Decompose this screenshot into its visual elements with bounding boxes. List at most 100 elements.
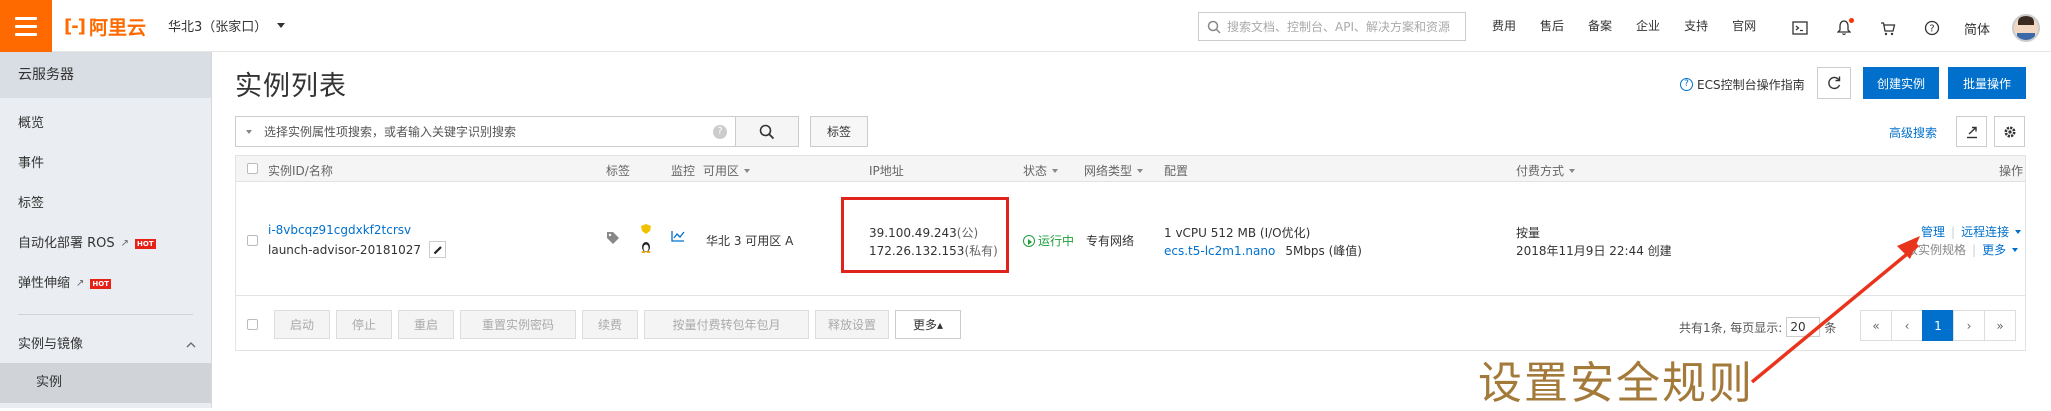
first-page-button[interactable]: « <box>1860 310 1892 341</box>
col-billing[interactable]: 付费方式 <box>1516 162 1576 179</box>
sidebar-group-instances-images[interactable]: 实例与镜像 <box>0 327 211 363</box>
status-text: 运行中 <box>1038 234 1075 248</box>
filter-caret-icon <box>1569 168 1576 173</box>
page-title: 实例列表 <box>235 71 347 102</box>
page-1-button[interactable]: 1 <box>1922 310 1954 341</box>
create-instance-button[interactable]: 创建实例 <box>1863 67 1939 99</box>
more-actions-link[interactable]: 更多 <box>1982 241 2006 258</box>
col-billing-label: 付费方式 <box>1516 164 1565 178</box>
public-ip-value: 39.100.49.243 <box>869 226 957 240</box>
sidebar-item-overview[interactable]: 概览 <box>0 104 211 144</box>
help-icon[interactable]: ? <box>1920 16 1944 40</box>
monitor-chart-icon[interactable] <box>671 230 685 245</box>
convert-billing-button[interactable]: 按量付费转包年包月 <box>644 310 809 339</box>
col-config: 配置 <box>1164 164 1189 178</box>
instance-name-text: launch-advisor-20181027 <box>268 242 422 257</box>
security-shield-icon <box>640 223 652 238</box>
col-zone[interactable]: 可用区 <box>703 162 751 179</box>
nav-link-website[interactable]: 官网 <box>1732 17 1756 34</box>
cart-icon[interactable] <box>1876 16 1900 40</box>
page-size-select[interactable]: 20 <box>1786 317 1821 337</box>
manage-link[interactable]: 管理 <box>1921 223 1945 240</box>
advanced-search-link[interactable]: 高级搜索 <box>1889 124 1937 141</box>
bell-icon[interactable] <box>1832 16 1856 40</box>
export-button[interactable] <box>1956 116 1987 147</box>
region-selector[interactable]: 华北3（张家口） <box>168 16 286 35</box>
filter-dropdown-icon <box>246 129 252 134</box>
nav-link-support[interactable]: 支持 <box>1684 17 1708 34</box>
renew-button[interactable]: 续费 <box>582 310 638 339</box>
tag-icon[interactable] <box>606 231 620 248</box>
question-circle-icon: ? <box>1680 78 1693 91</box>
language-switch[interactable]: 简体 <box>1964 19 1990 38</box>
nav-link-icp[interactable]: 备案 <box>1588 17 1612 34</box>
terminal-icon[interactable] <box>1788 16 1812 40</box>
action-separator: | <box>1972 242 1977 257</box>
search-button[interactable] <box>735 116 799 147</box>
console-guide-link[interactable]: ? ECS控制台操作指南 <box>1680 76 1805 93</box>
reset-password-button[interactable]: 重置实例密码 <box>460 310 576 339</box>
batch-operation-button[interactable]: 批量操作 <box>1948 67 2026 99</box>
sidebar-item-autoscaling[interactable]: 弹性伸缩 ↗ HOT <box>0 264 211 304</box>
col-instance-id: 实例ID/名称 <box>268 164 333 178</box>
annotation-text: 设置安全规则 <box>1478 358 1754 409</box>
table-row: i-8vbcqz91cgdxkf2tcrsv launch-advisor-20… <box>236 183 2025 296</box>
table-header: 实例ID/名称 标签 监控 可用区 IP地址 状态 网络类型 配置 付费方式 操… <box>236 156 2025 182</box>
sidebar-item-label: 事件 <box>18 156 45 171</box>
chevron-up-icon <box>186 342 196 348</box>
nav-link-enterprise[interactable]: 企业 <box>1636 17 1660 34</box>
select-all-checkbox[interactable] <box>247 163 258 174</box>
footer-select-all-checkbox[interactable] <box>247 319 258 330</box>
edit-name-button[interactable] <box>429 241 447 258</box>
top-bar: [-] 阿里云 华北3（张家口） 搜索文档、控制台、API、解决方案和资源 费用… <box>0 0 2051 52</box>
sidebar: 云服务器 概览 事件 标签 自动化部署 ROS ↗ HOT 弹性伸缩 ↗ HOT… <box>0 52 212 408</box>
sidebar-item-instances[interactable]: 实例 <box>0 363 211 403</box>
nav-link-billing[interactable]: 费用 <box>1492 17 1516 34</box>
search-placeholder: 搜索文档、控制台、API、解决方案和资源 <box>1227 20 1450 34</box>
col-network-label: 网络类型 <box>1084 164 1133 178</box>
instance-type-link[interactable]: ecs.t5-lc2m1.nano <box>1164 244 1275 258</box>
global-search-input[interactable]: 搜索文档、控制台、API、解决方案和资源 <box>1198 12 1466 41</box>
instance-id-link[interactable]: i-8vbcqz91cgdxkf2tcrsv <box>268 223 411 237</box>
start-button[interactable]: 启动 <box>274 310 330 339</box>
linux-icon <box>640 239 652 256</box>
sidebar-item-label: 标签 <box>18 196 45 211</box>
svg-text:?: ? <box>1929 24 1934 35</box>
col-zone-label: 可用区 <box>703 164 740 178</box>
sidebar-item-ros[interactable]: 自动化部署 ROS ↗ HOT <box>0 224 211 264</box>
nav-link-after-sales[interactable]: 售后 <box>1540 17 1564 34</box>
prev-page-button[interactable]: ‹ <box>1891 310 1923 341</box>
sidebar-item-events[interactable]: 事件 <box>0 144 211 184</box>
hamburger-menu-icon[interactable] <box>0 0 52 52</box>
settings-button[interactable] <box>1994 116 2025 147</box>
top-nav: 费用 售后 备案 企业 支持 官网 <box>1492 17 1780 34</box>
private-ip-value: 172.26.132.153 <box>869 244 965 258</box>
config-spec: 1 vCPU 512 MB (I/O优化) <box>1164 226 1311 240</box>
sidebar-item-tags[interactable]: 标签 <box>0 184 211 224</box>
restart-button[interactable]: 重启 <box>398 310 454 339</box>
row-checkbox[interactable] <box>247 235 258 246</box>
remote-connect-link[interactable]: 远程连接 <box>1961 223 2009 240</box>
col-status-label: 状态 <box>1023 164 1048 178</box>
refresh-button[interactable] <box>1817 67 1851 99</box>
tag-filter-button[interactable]: 标签 <box>810 116 868 147</box>
more-button[interactable]: 更多▴ <box>895 310 961 339</box>
next-page-button[interactable]: › <box>1953 310 1985 341</box>
private-ip: 172.26.132.153(私有) <box>869 242 998 259</box>
sort-caret-icon <box>744 168 751 173</box>
user-avatar[interactable] <box>2012 14 2041 42</box>
col-network[interactable]: 网络类型 <box>1084 162 1144 179</box>
col-status[interactable]: 状态 <box>1023 162 1059 179</box>
release-settings-button[interactable]: 释放设置 <box>815 310 889 339</box>
gear-icon <box>2004 126 2015 137</box>
aliyun-logo[interactable]: [-] 阿里云 <box>64 13 146 39</box>
change-spec-link[interactable]: 改实例规格 <box>1906 241 1966 258</box>
last-page-button[interactable]: » <box>1984 310 2016 341</box>
col-tag: 标签 <box>606 164 631 178</box>
aliyun-logo-icon: [-] <box>64 15 86 37</box>
chevron-down-icon <box>2015 229 2022 234</box>
sidebar-title: 云服务器 <box>0 52 211 98</box>
filter-help-icon[interactable]: ? <box>713 125 727 139</box>
instance-filter-input[interactable]: 选择实例属性项搜索，或者输入关键字识别搜索 ? <box>235 116 736 147</box>
stop-button[interactable]: 停止 <box>336 310 392 339</box>
